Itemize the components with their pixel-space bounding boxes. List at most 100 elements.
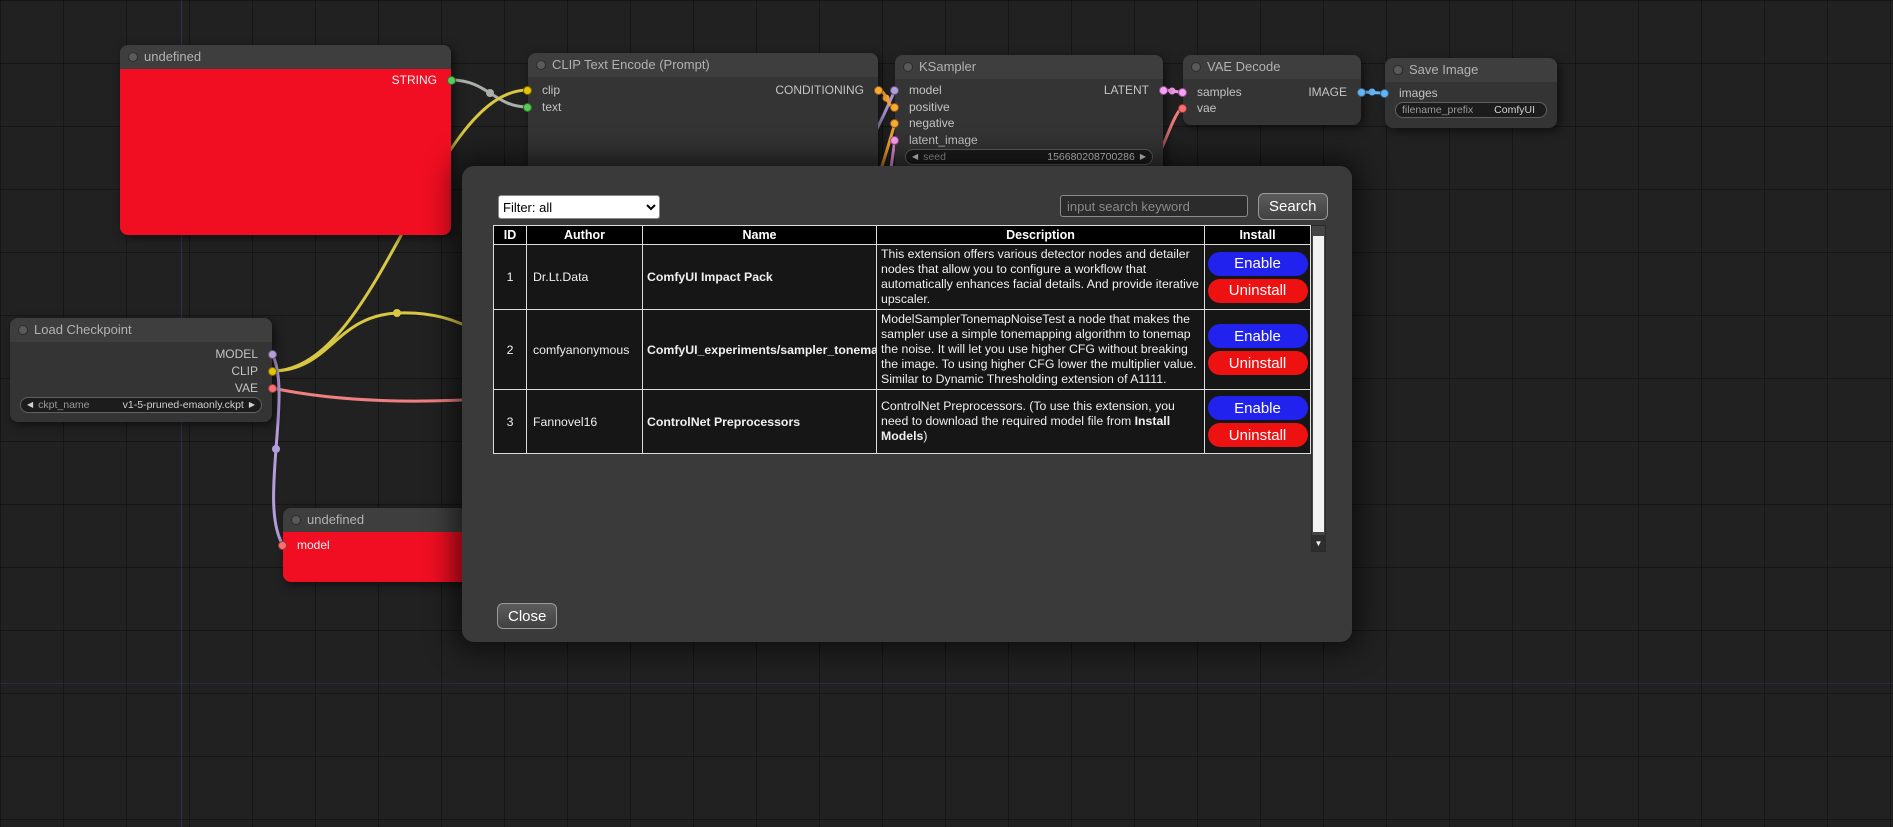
- node-title-bar[interactable]: VAE Decode: [1183, 55, 1361, 79]
- uninstall-button[interactable]: Uninstall: [1208, 279, 1308, 303]
- extension-table: ID Author Name Description Install 1 Dr.…: [493, 225, 1311, 454]
- search-input[interactable]: [1060, 195, 1248, 217]
- node-title: Load Checkpoint: [34, 322, 132, 337]
- widget-value: 156680208700286: [1047, 151, 1135, 163]
- custom-nodes-dialog: Filter: all Search ID Author Name Descri…: [462, 166, 1352, 642]
- description-text: ControlNet Preprocessors. (To use this e…: [881, 399, 1175, 428]
- cell-install: Enable Uninstall: [1205, 390, 1311, 454]
- input-port-latent-image: latent_image: [895, 132, 1163, 148]
- port-label: STRING: [392, 73, 437, 87]
- output-dot-model[interactable]: [268, 350, 277, 359]
- port-label: MODEL: [215, 347, 258, 361]
- port-label: LATENT: [1104, 83, 1149, 97]
- collapse-dot-icon[interactable]: [903, 62, 913, 72]
- node-title: undefined: [307, 512, 364, 527]
- collapse-dot-icon[interactable]: [1191, 62, 1201, 72]
- ckpt-name-widget[interactable]: ◀ ckpt_name v1-5-pruned-emaonly.ckpt ▶: [20, 397, 262, 413]
- cell-author: comfyanonymous: [527, 310, 643, 390]
- filter-select[interactable]: Filter: all: [498, 195, 660, 219]
- prev-arrow-icon[interactable]: ◀: [27, 397, 33, 413]
- output-port-string: STRING: [120, 72, 451, 88]
- output-dot-image[interactable]: [1357, 88, 1366, 97]
- node-title-bar[interactable]: Save Image: [1385, 58, 1557, 82]
- node-title-bar[interactable]: Load Checkpoint: [10, 318, 272, 342]
- node-title: CLIP Text Encode (Prompt): [552, 57, 710, 72]
- node-title: Save Image: [1409, 62, 1478, 77]
- node-vae-decode[interactable]: VAE Decode samples vae IMAGE: [1183, 55, 1361, 125]
- input-dot-vae[interactable]: [1178, 104, 1187, 113]
- port-label: CLIP: [231, 364, 258, 378]
- wire-midpoint-dot: [272, 445, 280, 453]
- error-node-body: [120, 69, 451, 235]
- node-graph-canvas[interactable]: undefined STRING CLIP Text Encode (Promp…: [0, 0, 1893, 827]
- input-dot-negative[interactable]: [890, 119, 899, 128]
- extension-table-area: ID Author Name Description Install 1 Dr.…: [493, 225, 1326, 552]
- collapse-dot-icon[interactable]: [18, 325, 28, 335]
- table-header-row: ID Author Name Description Install: [494, 226, 1311, 245]
- port-label: text: [542, 100, 561, 114]
- search-button[interactable]: Search: [1258, 193, 1328, 220]
- cell-description: ModelSamplerTonemapNoiseTest a node that…: [877, 310, 1205, 390]
- output-port-latent: LATENT: [895, 82, 1163, 98]
- node-load-checkpoint[interactable]: Load Checkpoint MODEL CLIP VAE ◀ ckpt_na…: [10, 318, 272, 422]
- extension-link[interactable]: ControlNet Preprocessors: [643, 390, 877, 454]
- description-text: ): [923, 429, 927, 443]
- input-port-positive: positive: [895, 99, 1163, 115]
- node-title-bar[interactable]: CLIP Text Encode (Prompt): [528, 53, 878, 77]
- cell-author: Dr.Lt.Data: [527, 245, 643, 310]
- header-description: Description: [877, 226, 1205, 245]
- description-text: This extension offers various detector n…: [881, 247, 1199, 306]
- node-title: undefined: [144, 49, 201, 64]
- output-dot-clip[interactable]: [268, 367, 277, 376]
- extension-link[interactable]: ComfyUI Impact Pack: [643, 245, 877, 310]
- next-arrow-icon[interactable]: ▶: [249, 397, 255, 413]
- output-dot-vae[interactable]: [268, 384, 277, 393]
- seed-widget[interactable]: ◀ seed 156680208700286 ▶: [905, 149, 1153, 165]
- cell-author: Fannovel16: [527, 390, 643, 454]
- collapse-dot-icon[interactable]: [1393, 65, 1403, 75]
- scrollbar-thumb[interactable]: [1313, 236, 1324, 532]
- node-save-image[interactable]: Save Image images filename_prefix ComfyU…: [1385, 58, 1557, 128]
- cell-id: 3: [494, 390, 527, 454]
- output-dot-latent[interactable]: [1159, 86, 1168, 95]
- scroll-down-button[interactable]: ▼: [1312, 535, 1325, 551]
- output-port-conditioning: CONDITIONING: [528, 82, 878, 98]
- node-title: KSampler: [919, 59, 976, 74]
- input-dot-model[interactable]: [278, 541, 287, 550]
- node-undefined-top[interactable]: undefined STRING: [120, 45, 451, 235]
- close-button[interactable]: Close: [497, 603, 557, 629]
- input-dot-text[interactable]: [523, 103, 532, 112]
- input-dot-images[interactable]: [1380, 89, 1389, 98]
- input-dot-latent-image[interactable]: [890, 136, 899, 145]
- collapse-dot-icon[interactable]: [536, 60, 546, 70]
- node-title: VAE Decode: [1207, 59, 1280, 74]
- scrollbar[interactable]: ▼: [1311, 225, 1326, 552]
- increment-arrow-icon[interactable]: ▶: [1140, 149, 1146, 165]
- output-port-clip: CLIP: [10, 363, 272, 379]
- uninstall-button[interactable]: Uninstall: [1208, 423, 1308, 447]
- output-dot-conditioning[interactable]: [874, 86, 883, 95]
- uninstall-button[interactable]: Uninstall: [1208, 351, 1308, 375]
- node-title-bar[interactable]: KSampler: [895, 55, 1163, 79]
- table-row: 2 comfyanonymous ComfyUI_experiments/sam…: [494, 310, 1311, 390]
- enable-button[interactable]: Enable: [1208, 396, 1308, 420]
- decrement-arrow-icon[interactable]: ◀: [912, 149, 918, 165]
- wire-midpoint-dot: [1369, 89, 1376, 96]
- enable-button[interactable]: Enable: [1208, 252, 1308, 276]
- input-dot-positive[interactable]: [890, 103, 899, 112]
- port-label: CONDITIONING: [775, 83, 864, 97]
- table-row: 1 Dr.Lt.Data ComfyUI Impact Pack This ex…: [494, 245, 1311, 310]
- output-dot-string[interactable]: [447, 76, 456, 85]
- collapse-dot-icon[interactable]: [128, 52, 138, 62]
- filename-prefix-widget[interactable]: filename_prefix ComfyUI: [1395, 102, 1547, 118]
- port-label: model: [297, 538, 330, 552]
- collapse-dot-icon[interactable]: [291, 515, 301, 525]
- port-label: IMAGE: [1308, 85, 1347, 99]
- extension-link[interactable]: ComfyUI_experiments/sampler_tonemap: [643, 310, 877, 390]
- cell-install: Enable Uninstall: [1205, 310, 1311, 390]
- node-title-bar[interactable]: undefined: [120, 45, 451, 69]
- table-row: 3 Fannovel16 ControlNet Preprocessors Co…: [494, 390, 1311, 454]
- port-label: VAE: [235, 381, 258, 395]
- enable-button[interactable]: Enable: [1208, 324, 1308, 348]
- port-label: images: [1399, 86, 1438, 100]
